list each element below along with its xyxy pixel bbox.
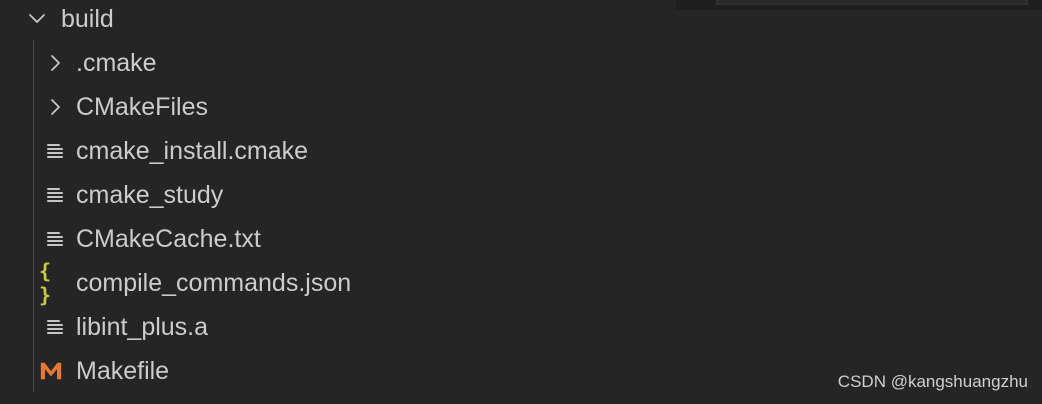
tree-item-label: CMakeFiles — [76, 93, 208, 121]
tree-file-compile-commands[interactable]: { } compile_commands.json — [0, 259, 660, 307]
tree-item-label: cmake_study — [76, 181, 224, 209]
tree-file-libint-plus[interactable]: libint_plus.a — [0, 305, 660, 349]
watermark: CSDN @kangshuangzhu — [837, 372, 1028, 391]
tree-file-cmakecache[interactable]: CMakeCache.txt — [0, 217, 660, 261]
tree-item-label: .cmake — [76, 49, 157, 77]
editor-panel-edge — [676, 0, 1042, 10]
chevron-right-icon — [43, 51, 67, 75]
lines-file-icon — [43, 315, 67, 339]
tree-item-label: CMakeCache.txt — [76, 225, 261, 253]
tree-folder-cmake[interactable]: .cmake — [0, 41, 660, 85]
json-braces-icon: { } — [39, 259, 53, 307]
chevron-down-icon — [25, 7, 49, 31]
tree-file-makefile[interactable]: Makefile — [0, 349, 660, 393]
lines-file-icon — [43, 183, 67, 207]
editor-input-edge — [716, 0, 1028, 5]
tree-item-label: build — [61, 5, 114, 33]
tree-item-label: cmake_install.cmake — [76, 137, 309, 165]
tree-item-label: compile_commands.json — [76, 269, 352, 297]
tree-file-cmake-install[interactable]: cmake_install.cmake — [0, 129, 660, 173]
makefile-m-icon — [39, 359, 63, 383]
tree-folder-cmakefiles[interactable]: CMakeFiles — [0, 85, 660, 129]
tree-item-label: libint_plus.a — [76, 313, 209, 341]
file-explorer-tree: build .cmake CMakeFiles cmake_install.cm… — [0, 0, 660, 404]
tree-folder-build[interactable]: build — [0, 0, 660, 41]
lines-file-icon — [43, 227, 67, 251]
tree-file-cmake-study[interactable]: cmake_study — [0, 173, 660, 217]
lines-file-icon — [43, 139, 67, 163]
chevron-right-icon — [43, 95, 67, 119]
tree-item-label: Makefile — [76, 357, 170, 385]
